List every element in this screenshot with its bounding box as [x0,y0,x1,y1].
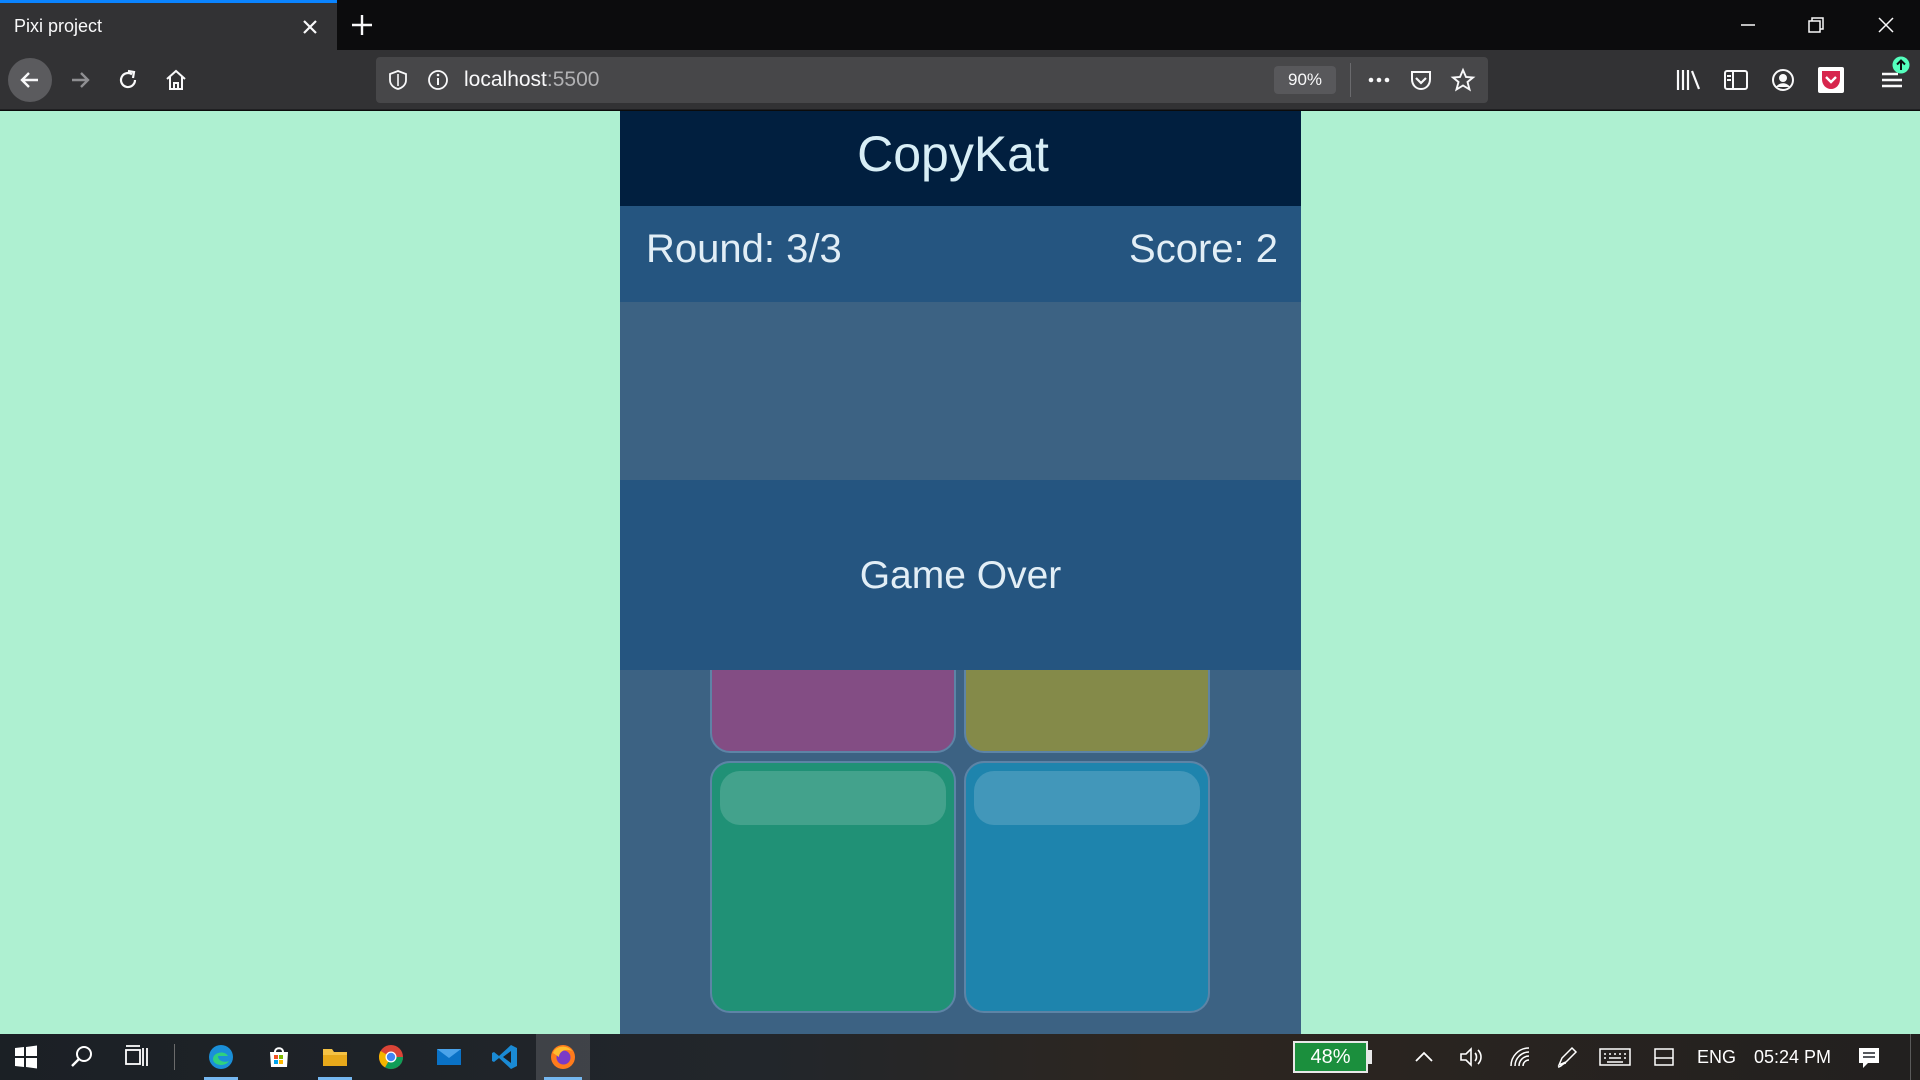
game-over-text: Game Over [859,554,1062,597]
game-header: CopyKat [620,111,1301,206]
search-icon [71,1046,92,1067]
forward-button[interactable] [58,58,102,102]
pocket-extension-icon[interactable] [1818,67,1844,93]
task-view-icon [125,1045,148,1066]
mail-icon [437,1049,461,1065]
vscode-icon [492,1045,517,1069]
browser-tab[interactable]: Pixi project [0,0,337,50]
reload-button[interactable] [106,58,150,102]
meet-now-icon[interactable] [1652,1046,1676,1068]
folder-icon [323,1049,347,1066]
taskbar-app-chrome[interactable] [366,1034,416,1080]
back-button[interactable] [8,58,52,102]
restore-icon[interactable] [1801,10,1831,40]
forward-arrow-icon [72,72,90,88]
navigation-bar: localhost:5500 90% [0,50,1920,110]
taskbar-app-vscode[interactable] [480,1034,530,1080]
taskbar: 48% ENG 05:24 PM [0,1034,1920,1080]
pad-blue[interactable] [964,761,1210,1013]
wifi-icon[interactable] [1508,1045,1534,1069]
taskbar-app-edge[interactable] [196,1034,246,1080]
game-over-panel: Game Over [620,480,1301,670]
close-window-icon[interactable] [1871,10,1901,40]
chrome-icon [378,1045,403,1070]
taskbar-app-store[interactable] [254,1034,304,1080]
show-desktop-button[interactable] [1910,1034,1911,1080]
pad-highlight [974,771,1200,825]
show-hidden-icons-icon[interactable] [1412,1046,1436,1068]
reload-icon [119,69,137,89]
url-text: localhost:5500 [464,68,599,92]
search-button[interactable] [56,1034,108,1080]
zoom-level-button[interactable]: 90% [1274,66,1336,94]
store-icon [270,1047,288,1067]
score-bar: Round: 3/3 Score: 2 [620,206,1301,302]
task-view-button[interactable] [110,1034,162,1080]
game-canvas[interactable]: CopyKat Round: 3/3 Score: 2 Game Over [620,111,1301,1034]
edge-icon [209,1045,233,1069]
input-language[interactable]: ENG [1697,1047,1736,1068]
pocket-icon[interactable] [1408,67,1434,93]
taskbar-app-file-explorer[interactable] [310,1034,360,1080]
volume-icon[interactable] [1458,1045,1484,1069]
touch-keyboard-icon[interactable] [1598,1046,1632,1068]
tab-title: Pixi project [14,16,103,36]
round-counter: Round: 3/3 [646,227,842,271]
taskbar-app-firefox[interactable] [536,1034,590,1080]
close-tab-icon[interactable] [298,15,322,39]
update-available-icon [1892,56,1910,74]
pad-green[interactable] [710,761,956,1013]
site-info-icon[interactable] [426,68,450,92]
new-tab-icon[interactable] [348,11,376,39]
url-divider [1350,63,1351,97]
pen-icon[interactable] [1554,1045,1580,1069]
notifications-icon[interactable] [1856,1045,1882,1071]
url-port: :5500 [546,68,600,91]
screen: Pixi project localhost:5500 90% CopyKat … [0,0,1920,1080]
windows-logo-icon [15,1045,37,1069]
firefox-icon [551,1045,575,1069]
extension-shield-icon [1822,71,1840,89]
pad-highlight [720,771,946,825]
battery-indicator[interactable]: 48% [1293,1041,1368,1073]
tab-bar: Pixi project [0,0,1920,50]
page-actions-icon[interactable] [1366,68,1392,92]
sidebar-icon[interactable] [1722,67,1750,93]
taskbar-divider [174,1044,175,1070]
url-host: localhost [464,68,547,91]
score-counter: Score: 2 [1129,227,1278,271]
start-button[interactable] [0,1034,52,1080]
account-icon[interactable] [1770,67,1796,93]
address-bar[interactable]: localhost:5500 90% [376,57,1488,103]
library-icon[interactable] [1674,67,1702,93]
battery-terminal [1368,1050,1372,1064]
clock[interactable]: 05:24 PM [1754,1047,1831,1068]
back-arrow-icon [20,72,38,88]
tracking-shield-icon[interactable] [386,68,410,92]
minimize-icon[interactable] [1733,10,1763,40]
taskbar-app-mail[interactable] [424,1034,474,1080]
home-icon [166,69,186,90]
page-background: CopyKat Round: 3/3 Score: 2 Game Over [0,111,1920,1034]
bookmark-star-icon[interactable] [1450,67,1476,93]
game-title: CopyKat [857,126,1049,182]
home-button[interactable] [154,58,198,102]
